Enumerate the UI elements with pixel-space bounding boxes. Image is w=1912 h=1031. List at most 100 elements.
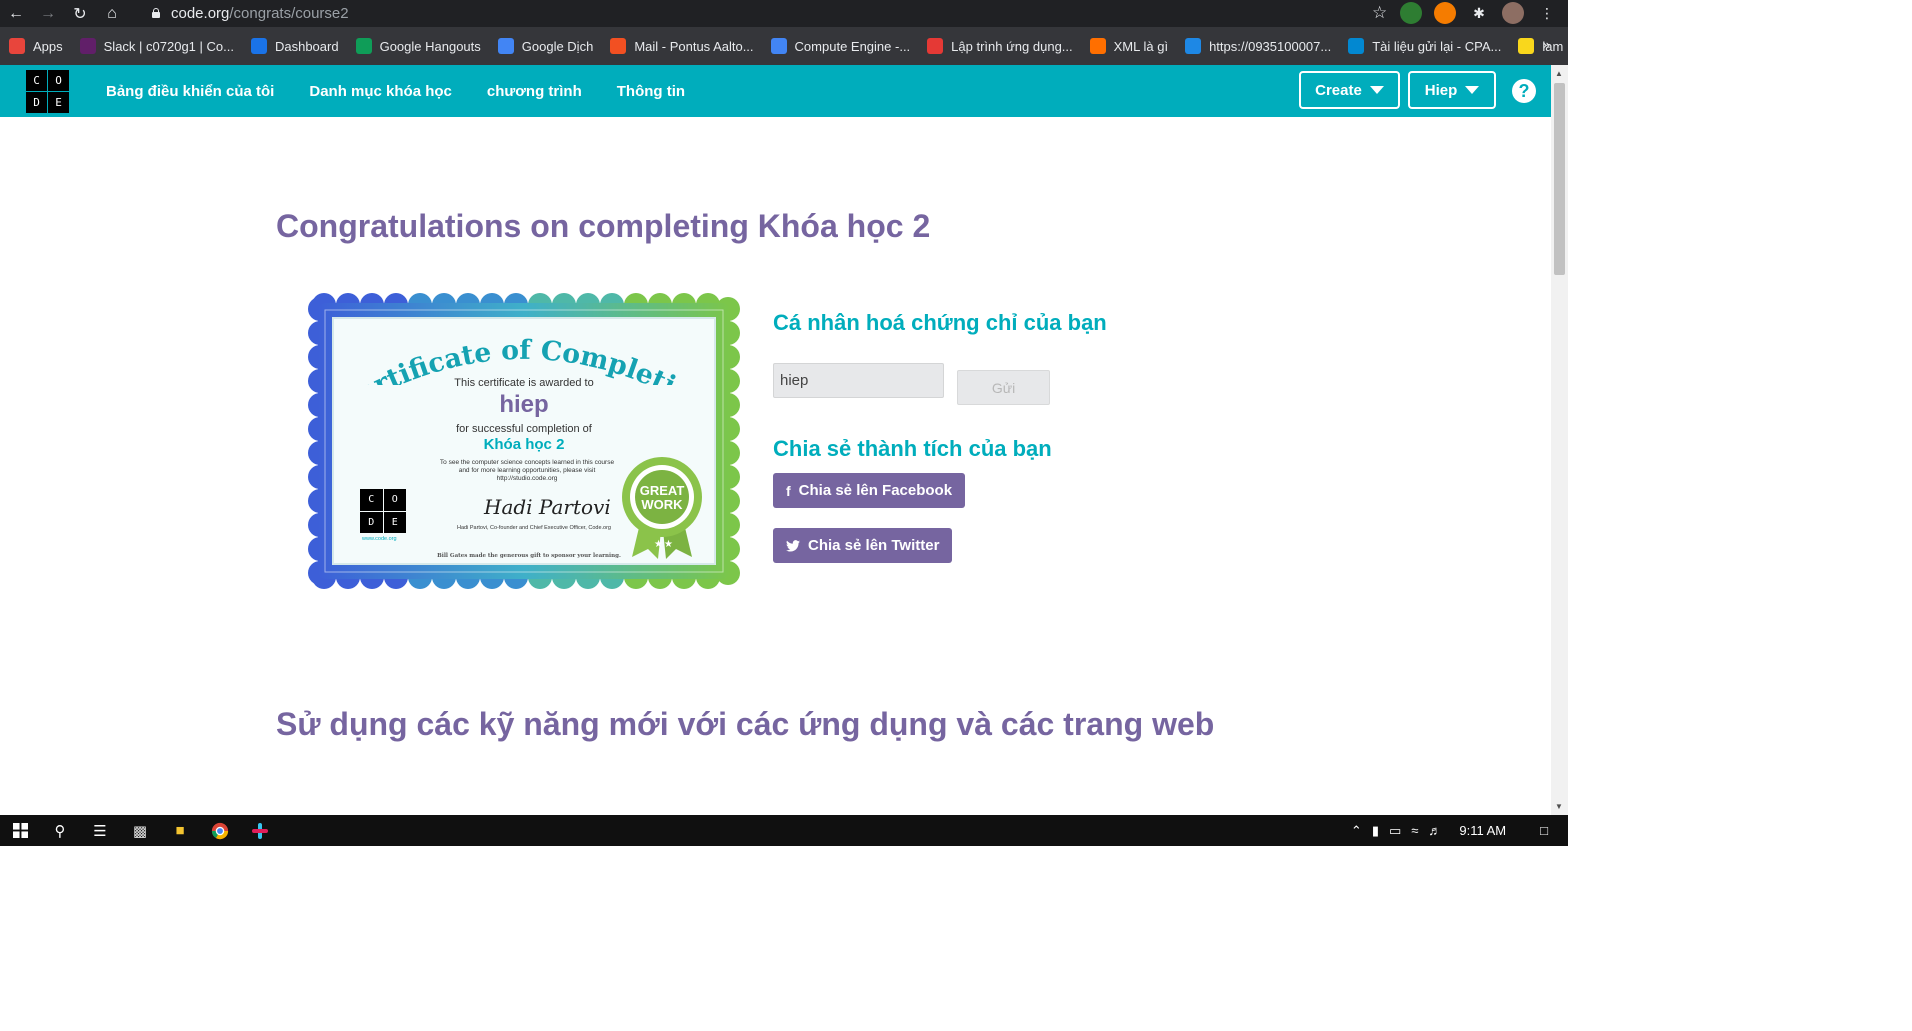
certificate-course: Khóa học 2 <box>483 436 565 453</box>
scroll-up-icon[interactable]: ▲ <box>1555 69 1563 78</box>
extension-icons: ✱ ⋮ <box>1400 2 1558 24</box>
nav-my-dashboard[interactable]: Bảng điều khiển của tôi <box>106 83 274 100</box>
bookmark-favicon-icon <box>250 38 267 54</box>
bookmark-item[interactable]: https://0935100007... <box>1185 38 1331 54</box>
notification-icon[interactable]: □ <box>1540 823 1548 838</box>
bookmark-item[interactable]: Dashboard <box>250 38 339 54</box>
certificate-name: hiep <box>499 391 549 418</box>
bookmark-item[interactable]: Google Dịch <box>497 38 594 54</box>
chrome-icon[interactable] <box>200 815 240 846</box>
puzzle-icon[interactable]: ✱ <box>1468 2 1490 24</box>
forward-icon[interactable]: → <box>32 0 64 27</box>
file-explorer-icon[interactable]: ■ <box>160 815 200 846</box>
bookmark-label: Google Dịch <box>521 38 594 54</box>
bookmark-favicon-icon <box>1089 38 1106 54</box>
bookmark-item[interactable]: Mail - Pontus Aalto... <box>610 38 754 54</box>
search-icon[interactable]: ⚲ <box>40 815 80 846</box>
bookmark-favicon-icon <box>927 38 944 54</box>
certificate-heading: Certificate of Completion <box>334 325 697 385</box>
bookmark-label: Mail - Pontus Aalto... <box>634 38 754 54</box>
nav-projects[interactable]: chương trình <box>487 83 582 100</box>
create-button[interactable]: Create <box>1299 71 1400 109</box>
bookmark-item[interactable]: lam <box>1518 38 1563 54</box>
bookmark-label: Lập trình ứng dụng... <box>951 38 1073 54</box>
profile-avatar[interactable] <box>1502 2 1524 24</box>
bookmark-favicon-icon <box>1518 38 1535 54</box>
certificate-site: www.code.org <box>362 536 397 542</box>
wifi-icon[interactable]: ≈ <box>1411 823 1418 838</box>
bookmark-item[interactable]: Apps <box>9 38 63 54</box>
certificate-name-input[interactable] <box>773 363 944 398</box>
reload-icon[interactable]: ↻ <box>64 0 96 27</box>
share-twitter-button[interactable]: Chia sẻ lên Twitter <box>773 528 953 563</box>
bookmark-label: Slack | c0720g1 | Co... <box>103 38 234 54</box>
help-icon[interactable]: ? <box>1512 79 1536 103</box>
certificate-details: To see the computer science concepts lea… <box>439 459 615 482</box>
certificate-footer: Bill Gates made the generous gift to spo… <box>437 553 621 559</box>
scroll-thumb[interactable] <box>1554 83 1565 275</box>
windows-start-icon[interactable] <box>0 815 40 846</box>
svg-text:GREAT: GREAT <box>640 483 685 498</box>
bookmark-favicon-icon <box>1185 38 1202 54</box>
slack-icon[interactable] <box>240 815 280 846</box>
certificate-body: Certificate of Completion This certifica… <box>332 317 716 565</box>
bookmark-label: Dashboard <box>274 38 339 54</box>
certificate-awarded-text: This certificate is awarded to <box>454 377 594 389</box>
facebook-icon: f <box>786 482 791 499</box>
lock-icon <box>151 8 161 18</box>
svg-text:★: ★ <box>664 539 673 550</box>
header-nav: Bảng điều khiển của tôi Danh mục khóa họ… <box>106 65 720 117</box>
site-header: C O D E Bảng điều khiển của tôi Danh mục… <box>0 65 1551 117</box>
section-title-apps: Sử dụng các kỹ năng mới với các ứng dụng… <box>276 706 1215 742</box>
bookmark-label: Google Hangouts <box>379 38 481 54</box>
bookmarks-overflow-icon[interactable]: » <box>1543 37 1550 52</box>
svg-text:★: ★ <box>654 539 663 550</box>
clock-time[interactable]: 9:11 AM <box>1459 823 1506 838</box>
twitter-icon <box>786 539 800 552</box>
bookmark-favicon-icon <box>770 38 787 54</box>
menu-dots-icon[interactable]: ⋮ <box>1536 2 1558 24</box>
extension-icon[interactable] <box>1400 2 1422 24</box>
bookmark-item[interactable]: Google Hangouts <box>355 38 481 54</box>
bookmark-label: Apps <box>33 38 63 54</box>
bookmark-item[interactable]: XML là gì <box>1089 38 1169 54</box>
scroll-down-icon[interactable]: ▼ <box>1555 802 1563 811</box>
home-icon[interactable]: ⌂ <box>96 0 128 27</box>
bookmark-star-icon[interactable]: ☆ <box>1372 3 1387 23</box>
nav-course-catalog[interactable]: Danh mục khóa học <box>309 83 452 100</box>
bookmark-label: XML là gì <box>1113 38 1169 54</box>
back-icon[interactable]: ← <box>0 0 32 27</box>
volume-icon[interactable]: ♬ <box>1428 823 1441 838</box>
bookmark-item[interactable]: Compute Engine -... <box>770 38 911 54</box>
caret-down-icon <box>1465 86 1480 94</box>
certificate-signature-line: Hadi Partovi, Co-founder and Chief Execu… <box>457 525 611 531</box>
nav-about[interactable]: Thông tin <box>617 83 685 100</box>
share-facebook-button[interactable]: f Chia sẻ lên Facebook <box>773 473 966 508</box>
chevron-up-icon[interactable]: ⌃ <box>1351 823 1362 839</box>
bookmark-favicon-icon <box>355 38 372 54</box>
url-text: code.org/congrats/course2 <box>171 4 349 22</box>
svg-text:WORK: WORK <box>641 497 683 512</box>
great-work-badge-icon: GREAT WORK ★ ★ <box>622 457 702 559</box>
extension-icon[interactable] <box>1434 2 1456 24</box>
certificate-signature: Hadi Partovi <box>484 495 611 519</box>
windows-taskbar: ⚲ ☰ ▩ ■ ⌃ ▮ ▭ ≈ ♬ 9:11 AM □ <box>0 815 1568 846</box>
user-menu-button[interactable]: Hiep <box>1408 71 1496 109</box>
certificate-image: Certificate of Completion This certifica… <box>308 293 740 589</box>
browser-toolbar: ← → ↻ ⌂ code.org/congrats/course2 ☆ ✱ ⋮ <box>0 0 1568 27</box>
certificate-for-text: for successful completion of <box>456 423 592 435</box>
bookmark-item[interactable]: Slack | c0720g1 | Co... <box>79 38 234 54</box>
bookmark-item[interactable]: Lập trình ứng dụng... <box>927 38 1073 54</box>
task-view-icon[interactable]: ☰ <box>80 815 120 846</box>
app-icon[interactable]: ▩ <box>120 815 160 846</box>
personalize-heading: Cá nhân hoá chứng chỉ của bạn <box>773 310 1107 335</box>
send-button[interactable]: Gửi <box>957 370 1050 405</box>
page-scrollbar[interactable]: ▲ ▼ <box>1551 65 1568 815</box>
bookmark-label: Compute Engine -... <box>794 38 911 54</box>
address-bar[interactable]: code.org/congrats/course2 ☆ <box>138 0 1392 26</box>
code-logo[interactable]: C O D E <box>26 70 69 113</box>
battery-icon[interactable]: ▭ <box>1389 823 1401 839</box>
bookmark-item[interactable]: Tài liệu gửi lại - CPA... <box>1348 38 1501 54</box>
microphone-icon[interactable]: ▮ <box>1372 823 1379 839</box>
bookmark-favicon-icon <box>1348 38 1365 54</box>
